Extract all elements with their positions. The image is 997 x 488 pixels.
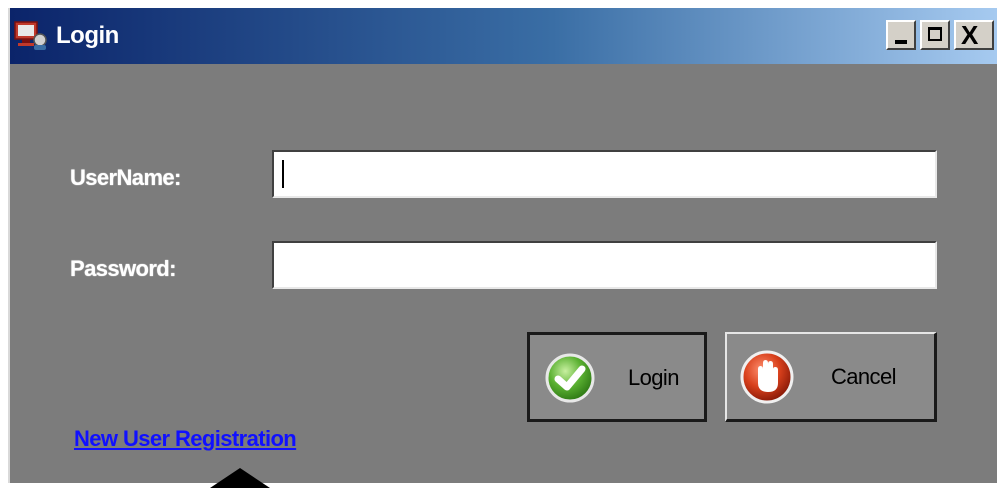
close-icon: X (961, 20, 979, 50)
login-button-label: Login (628, 365, 679, 390)
maximize-button[interactable] (920, 20, 950, 50)
password-input[interactable] (272, 241, 937, 289)
cancel-button[interactable]: Cancel (725, 332, 937, 422)
mouse-cursor-shape (210, 468, 270, 488)
login-window: Login X UserName: Password: Login Cancel… (8, 8, 997, 488)
checkmark-icon (545, 353, 595, 403)
login-button[interactable]: Login (527, 332, 707, 422)
minimize-icon (895, 40, 907, 44)
new-user-registration-link[interactable]: New User Registration (74, 426, 297, 452)
username-input[interactable] (272, 150, 937, 198)
stop-hand-icon (740, 350, 794, 404)
window-title: Login (56, 22, 119, 49)
maximize-icon (928, 27, 942, 41)
close-button[interactable]: X (954, 20, 994, 50)
text-caret (282, 160, 284, 188)
username-label: UserName: (70, 165, 181, 190)
cancel-button-label: Cancel (831, 364, 896, 389)
title-bar[interactable]: Login X (10, 8, 997, 64)
minimize-button[interactable] (886, 20, 916, 50)
login-app-icon (14, 21, 47, 50)
password-label: Password: (70, 256, 176, 281)
